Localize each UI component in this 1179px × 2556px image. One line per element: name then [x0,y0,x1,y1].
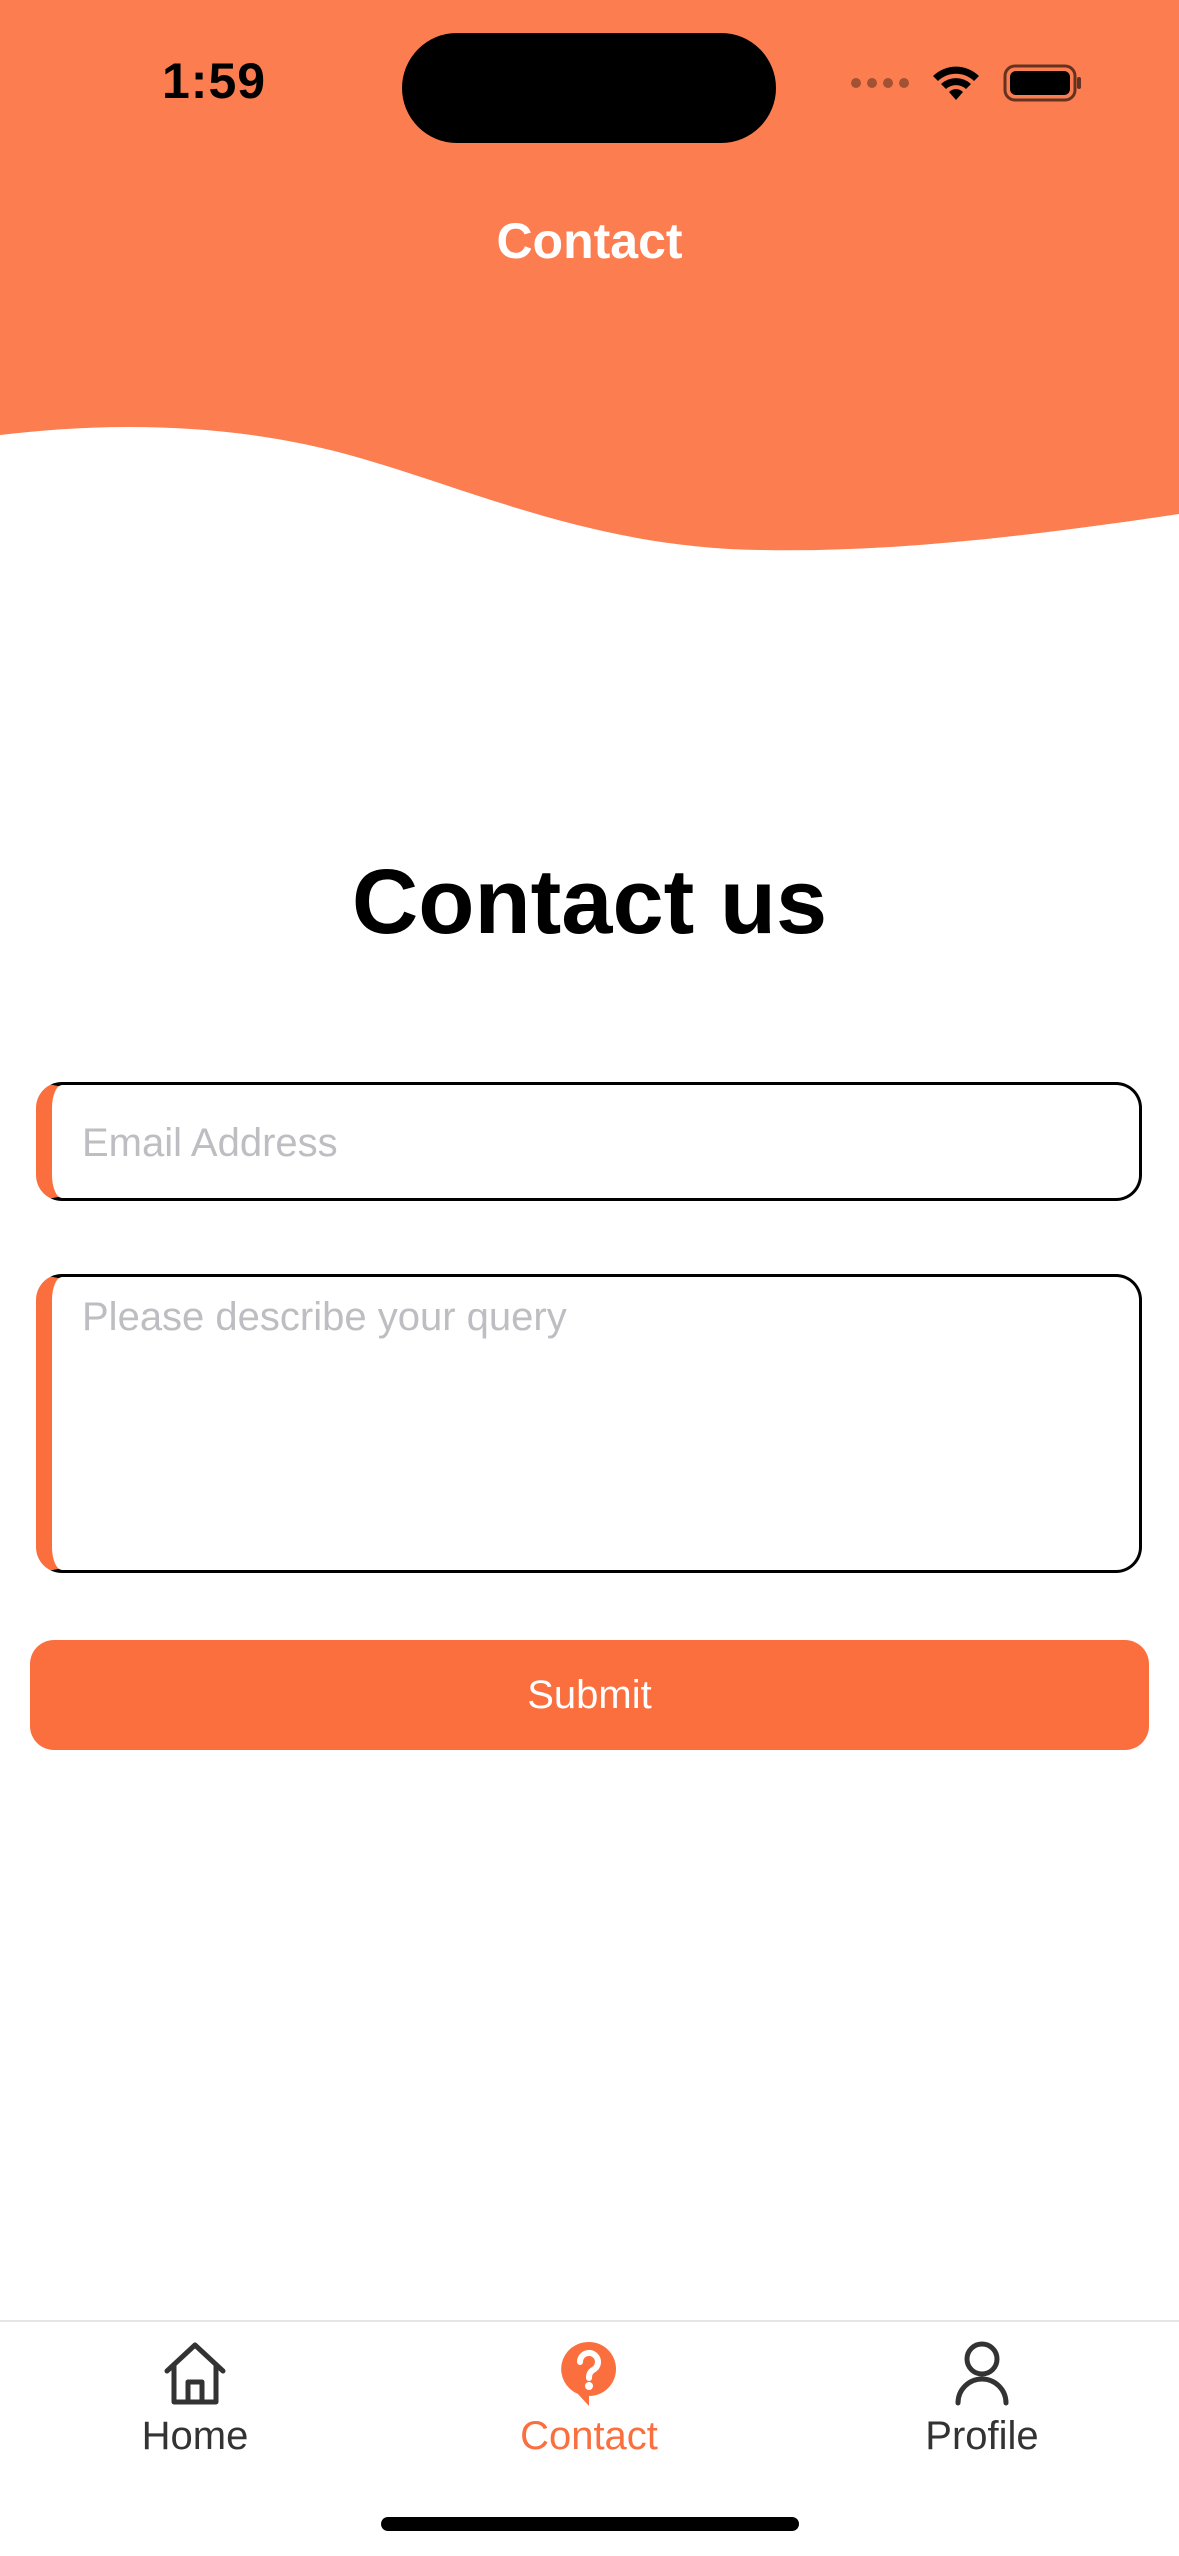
header-wave [0,308,1179,551]
wifi-icon [933,66,979,100]
tab-profile[interactable]: Profile [852,2336,1112,2459]
dynamic-island [402,33,776,143]
status-icons [851,64,1083,102]
tab-profile-label: Profile [925,2414,1039,2458]
page-title: Contact us [351,851,828,953]
submit-button[interactable]: Submit [30,1640,1149,1750]
tab-contact[interactable]: Contact [459,2336,719,2459]
battery-icon [1003,64,1081,102]
tab-contact-label: Contact [520,2414,658,2458]
header: 1:59 Contact [0,0,1179,308]
home-indicator[interactable] [381,2517,799,2531]
home-icon [164,2342,226,2405]
status-time: 1:59 [162,53,267,109]
email-placeholder: Email Address [82,1121,338,1165]
contact-screen: 1:59 Contact Contact us Email Address Pl… [0,0,1179,2556]
query-textarea[interactable]: Please describe your query [36,1274,1142,1573]
nav-title: Contact [496,213,683,269]
cellular-signal-icon [851,78,909,88]
person-icon [955,2341,1009,2406]
tab-home-label: Home [141,2414,249,2458]
email-field[interactable]: Email Address [36,1082,1142,1201]
question-chat-icon [561,2341,616,2406]
query-placeholder: Please describe your query [82,1295,567,1339]
tab-home[interactable]: Home [65,2336,325,2459]
